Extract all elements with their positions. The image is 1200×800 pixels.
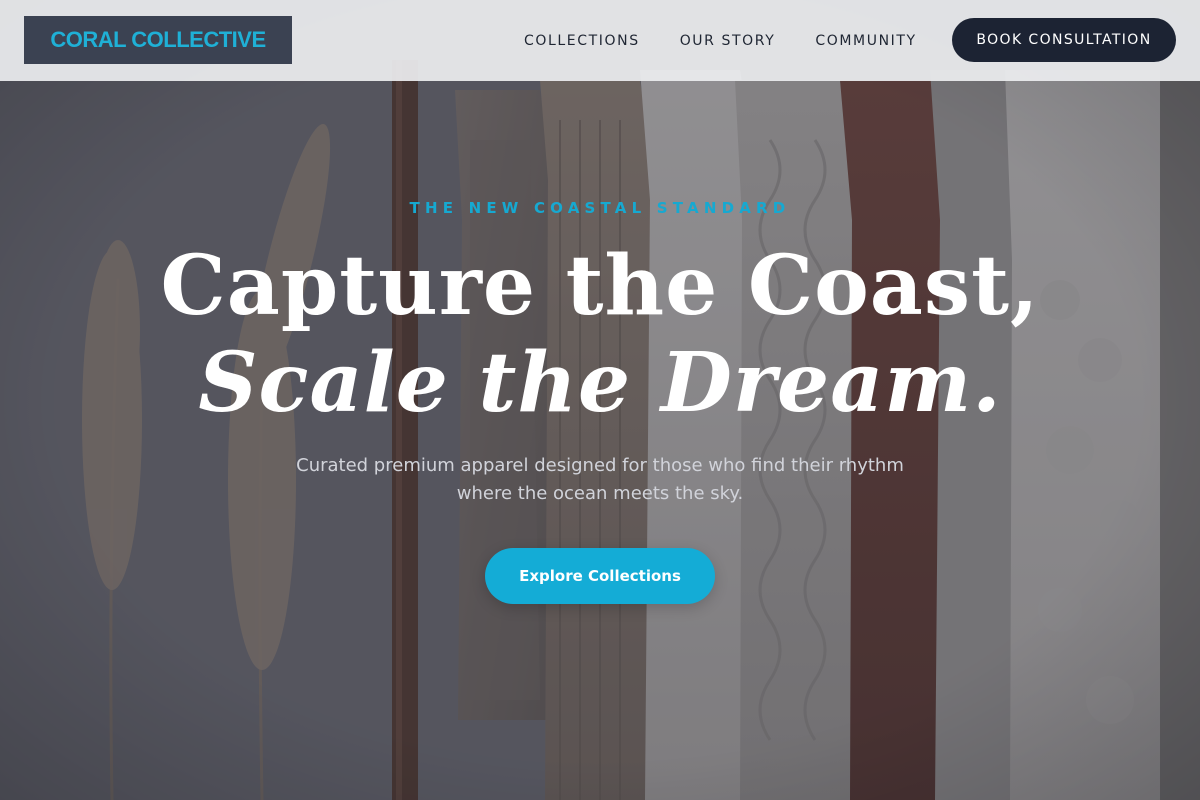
hero-subtitle: Curated premium apparel designed for tho… xyxy=(296,455,904,504)
hero-headline-line2: Scale the Dream. xyxy=(198,335,1002,431)
hero-headline-line1: Capture the Coast, xyxy=(160,238,1040,334)
hero-section: THE NEW COASTAL STANDARD Capture the Coa… xyxy=(0,0,1200,800)
hero-eyebrow: THE NEW COASTAL STANDARD xyxy=(409,199,791,217)
explore-collections-button[interactable]: Explore Collections xyxy=(485,548,715,604)
